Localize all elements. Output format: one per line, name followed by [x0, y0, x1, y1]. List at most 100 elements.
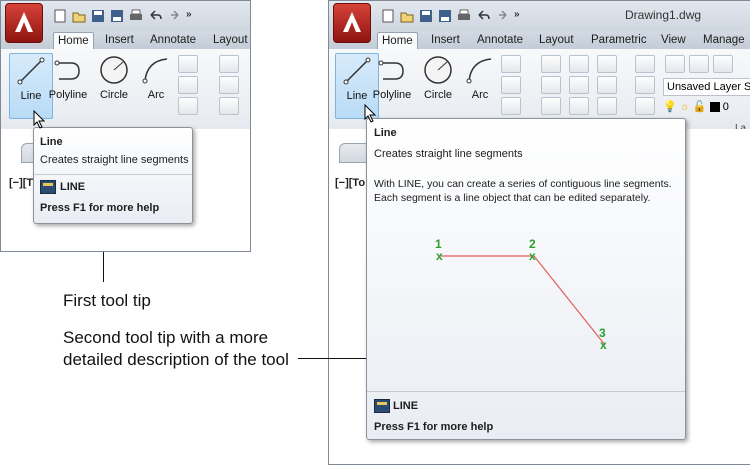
tab-annotate[interactable]: Annotate: [146, 31, 200, 49]
save-icon[interactable]: [419, 9, 433, 23]
redo-icon[interactable]: [167, 9, 181, 23]
open-folder-icon[interactable]: [400, 9, 414, 23]
explode-button[interactable]: [635, 76, 655, 94]
circle-icon: [97, 53, 131, 87]
rotate-button[interactable]: [569, 55, 589, 73]
open-folder-icon[interactable]: [72, 9, 86, 23]
hatch-button[interactable]: [178, 97, 198, 115]
circle-tool-label: Circle: [99, 89, 129, 101]
redo-icon[interactable]: [495, 9, 509, 23]
application-menu-button[interactable]: [333, 3, 371, 43]
array-button[interactable]: [597, 97, 617, 115]
point-label-1: 1: [435, 237, 442, 251]
tooltip-divider: [34, 174, 192, 175]
layer-tool-button[interactable]: [689, 55, 709, 73]
line-icon: [340, 54, 374, 88]
new-file-icon[interactable]: [53, 9, 67, 23]
circle-tool-label: Circle: [423, 89, 453, 101]
document-title: Drawing1.dwg: [625, 8, 702, 22]
polyline-icon: [51, 53, 85, 87]
tab-layout[interactable]: Layout: [209, 31, 250, 49]
more-chevron-icon[interactable]: »: [186, 9, 200, 23]
quick-access-toolbar: »: [53, 8, 200, 24]
tooltip-command: LINE: [393, 400, 419, 412]
tab-layout[interactable]: Layout: [535, 31, 578, 49]
viewport-control[interactable]: [−][T: [9, 177, 33, 189]
point-marker-1: x: [436, 249, 443, 263]
stretch-button[interactable]: [541, 97, 561, 115]
erase-button[interactable]: [635, 55, 655, 73]
layer-state-dropdown[interactable]: Unsaved Layer St: [663, 78, 750, 96]
new-file-icon[interactable]: [381, 9, 395, 23]
trim-button[interactable]: [597, 55, 617, 73]
application-menu-button[interactable]: [5, 3, 43, 43]
point-label-3: 3: [599, 326, 606, 340]
ribbon-tabs: Home Insert Annotate Layout Parametric V…: [329, 31, 750, 51]
print-icon[interactable]: [129, 9, 143, 23]
second-callout-label-line-1: Second tool tip with a more: [63, 328, 269, 347]
stretch-button[interactable]: [219, 97, 239, 115]
layer-color-swatch: [709, 102, 720, 113]
tab-view[interactable]: View: [657, 31, 690, 49]
layer-properties-button[interactable]: [665, 55, 685, 73]
polyline-tool-label: Polyline: [372, 89, 412, 101]
line-icon: [14, 54, 48, 88]
point-marker-2: x: [529, 249, 536, 263]
line-tool-label: Line: [20, 90, 42, 102]
second-tooltip: Line Creates straight line segments With…: [366, 118, 686, 440]
tooltip-description: Creates straight line segments: [374, 148, 523, 160]
move-button[interactable]: [541, 55, 561, 73]
viewport-control[interactable]: [−][To: [335, 177, 365, 189]
lock-icon: 🔓: [692, 101, 707, 113]
arc-tool-button[interactable]: Arc: [459, 53, 501, 101]
tooltip-title: Line: [40, 136, 63, 148]
tab-insert[interactable]: Insert: [427, 31, 464, 49]
layer-name: 0: [722, 101, 729, 113]
rectangle-button[interactable]: [501, 55, 521, 73]
copy-button[interactable]: [219, 76, 239, 94]
save-as-icon[interactable]: [438, 9, 452, 23]
segment-2-3: [533, 255, 606, 346]
rectangle-button[interactable]: [178, 55, 198, 73]
undo-icon[interactable]: [148, 9, 162, 23]
offset-button[interactable]: [635, 97, 655, 115]
arc-tool-label: Arc: [471, 89, 489, 101]
tab-parametric[interactable]: Parametric: [587, 31, 651, 49]
mirror-button[interactable]: [569, 76, 589, 94]
point-label-2: 2: [529, 237, 536, 251]
polyline-tool-label: Polyline: [48, 89, 88, 101]
command-icon: [40, 180, 56, 194]
circle-icon: [421, 53, 455, 87]
save-as-icon[interactable]: [110, 9, 124, 23]
tooltip-help: Press F1 for more help: [374, 421, 494, 433]
tooltip-help: Press F1 for more help: [40, 202, 160, 214]
first-tooltip: Line Creates straight line segments LINE…: [33, 127, 193, 224]
ellipse-button[interactable]: [178, 76, 198, 94]
more-chevron-icon[interactable]: »: [514, 9, 528, 23]
tooltip-detail-line-1: With LINE, you can create a series of co…: [374, 178, 672, 190]
first-callout-line: [103, 252, 104, 282]
layer-match-button[interactable]: [713, 55, 733, 73]
move-button[interactable]: [219, 55, 239, 73]
print-icon[interactable]: [457, 9, 471, 23]
tab-annotate[interactable]: Annotate: [473, 31, 527, 49]
polyline-tool-button[interactable]: Polyline: [47, 53, 89, 101]
fillet-button[interactable]: [597, 76, 617, 94]
tab-insert[interactable]: Insert: [101, 31, 138, 49]
tab-manage[interactable]: Manage: [699, 31, 749, 49]
tooltip-detail-line-2: Each segment is a line object that can b…: [374, 192, 651, 204]
scale-button[interactable]: [569, 97, 589, 115]
polyline-icon: [375, 53, 409, 87]
circle-tool-button[interactable]: Circle: [417, 53, 459, 101]
hatch-button[interactable]: [501, 97, 521, 115]
tooltip-divider: [367, 391, 685, 392]
save-icon[interactable]: [91, 9, 105, 23]
ellipse-button[interactable]: [501, 76, 521, 94]
polyline-tool-button[interactable]: Polyline: [371, 53, 413, 101]
copy-button[interactable]: [541, 76, 561, 94]
tooltip-description: Creates straight line segments: [40, 154, 189, 166]
undo-icon[interactable]: [476, 9, 490, 23]
layer-dropdown[interactable]: 💡 ☼ 🔓 0: [663, 99, 749, 115]
circle-tool-button[interactable]: Circle: [93, 53, 135, 101]
arc-tool-button[interactable]: Arc: [135, 53, 177, 101]
